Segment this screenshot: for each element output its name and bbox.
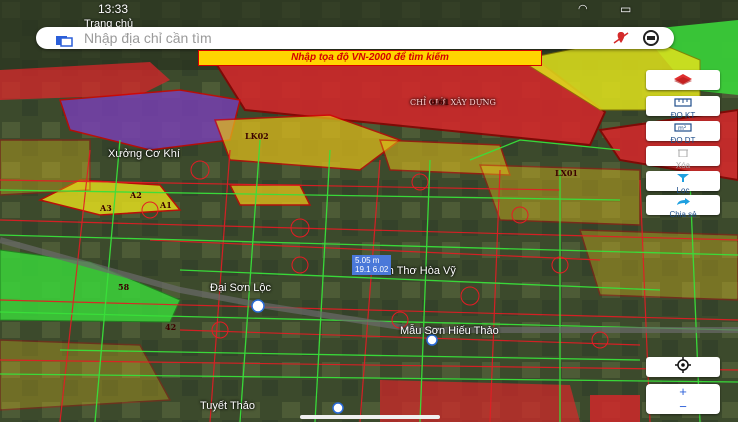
measure-area-button[interactable]: m² ĐO DT (646, 121, 720, 145)
trash-icon (677, 142, 689, 161)
place-label: Mẫu Sơn Hiếu Thảo (400, 325, 499, 337)
map-icon[interactable] (56, 32, 74, 47)
zoom-out-button[interactable]: − (646, 399, 720, 414)
layers-button[interactable] (646, 70, 720, 90)
measure-distance-2: 19.1 6.02 (355, 265, 389, 274)
vn2000-banner[interactable]: Nhập tọa độ VN-2000 để tìm kiếm (198, 50, 542, 66)
measure-distance-button[interactable]: ĐO KT (646, 96, 720, 120)
share-icon (675, 191, 691, 210)
parcel-code: 42 (165, 322, 177, 332)
measure-label: 5.05 m 19.1 6.02 (352, 255, 392, 275)
place-label: Tuyết Thảo (200, 400, 256, 412)
battery-icon: ▭ (620, 2, 632, 16)
parcel-code: LK02 (245, 131, 269, 141)
zoom-in-button[interactable]: + (646, 384, 720, 399)
crosshair-icon (675, 357, 691, 377)
parcel-code: 58 (118, 282, 130, 292)
red-zone-code: 0.61 (430, 97, 450, 107)
scan-icon[interactable] (642, 30, 660, 46)
parcel-code: A3 (100, 203, 112, 213)
place-label: Xưởng Cơ Khí (108, 148, 180, 160)
layers-icon (672, 71, 694, 90)
red-zone-label: CHỈ GIỚI XÂY DỰNG (410, 98, 496, 107)
tool-label: Chia sẻ (669, 210, 697, 219)
search-input[interactable] (82, 29, 612, 47)
clear-button[interactable]: Xóa (646, 146, 720, 170)
parcel-code: A2 (130, 190, 142, 200)
ruler-icon (674, 92, 692, 111)
zoom-control: + − (646, 384, 720, 414)
area-icon: m² (674, 117, 692, 136)
filter-button[interactable]: Lọc (646, 171, 720, 195)
place-label: Đại Sơn Lộc (210, 282, 272, 294)
search-bar[interactable] (36, 27, 674, 49)
measure-distance: 5.05 m (355, 256, 380, 265)
locate-button[interactable] (646, 357, 720, 377)
location-off-icon[interactable] (612, 30, 630, 46)
filter-icon (676, 167, 690, 186)
svg-text:m²: m² (678, 125, 687, 132)
home-indicator (300, 415, 440, 419)
parcel-code: A1 (160, 200, 172, 210)
parcel-code: LX01 (555, 168, 578, 178)
status-time: 13:33 (98, 2, 129, 16)
wifi-icon: ◠ (578, 3, 588, 15)
share-button[interactable]: Chia sẻ (646, 195, 720, 219)
